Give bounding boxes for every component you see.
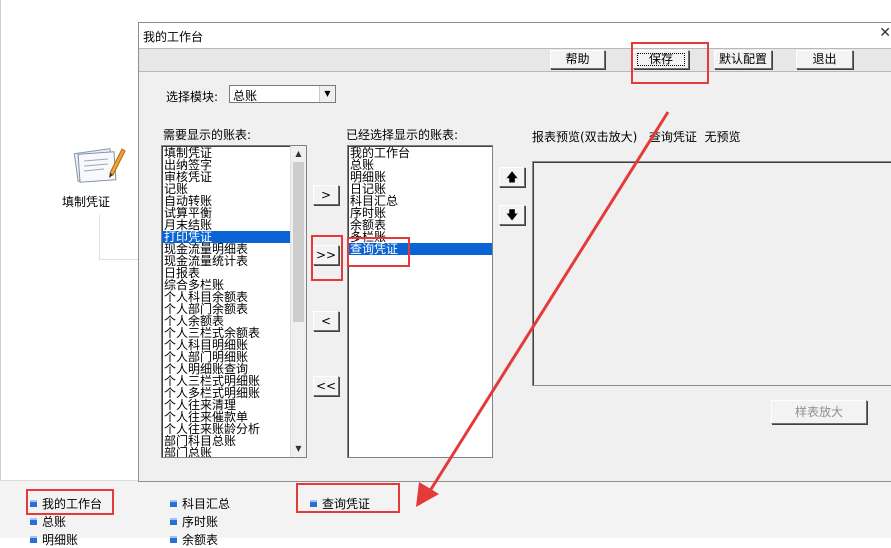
selected-list-label: 已经选择显示的账表:: [346, 128, 459, 142]
highlight-workbench: [26, 489, 114, 515]
highlight-save: [631, 42, 709, 84]
panel-divider: [99, 215, 100, 260]
zoom-sample-button[interactable]: 样表放大: [771, 400, 867, 424]
add-button[interactable]: >: [313, 185, 339, 205]
available-scrollbar[interactable]: ▲ ▼: [290, 146, 306, 457]
close-icon[interactable]: ✕: [879, 25, 891, 41]
item-bullet-icon: [170, 500, 177, 507]
chevron-down-icon[interactable]: ▼: [319, 86, 335, 102]
scroll-down-icon[interactable]: ▼: [291, 442, 306, 456]
available-list[interactable]: 填制凭证 出纳签字 审核凭证 记账 自动转账 试算平衡 月末结账 打印凭证 现金流量明细表 现金流…: [161, 145, 307, 458]
selected-list[interactable]: 我的工作台 总账 明细账 日记账 科目汇总 序时账 余额表 多栏账 查询凭证: [347, 145, 493, 458]
module-select[interactable]: 总账 ▼: [229, 85, 336, 103]
panel-divider-bottom: [99, 259, 139, 260]
voucher-entry-label[interactable]: 填制凭证: [62, 193, 142, 210]
scroll-up-icon[interactable]: ▲: [291, 147, 306, 161]
dialog-toolbar: 帮助 保存 默认配置 退出: [139, 48, 891, 72]
bottom-item-detail[interactable]: 明细账: [30, 531, 78, 548]
module-label: 选择模块:: [166, 90, 219, 104]
remove-button[interactable]: <: [313, 311, 339, 331]
available-list-label: 需要显示的账表:: [163, 128, 252, 142]
bottom-item-balance[interactable]: 余额表: [170, 531, 218, 548]
move-down-button[interactable]: 🡇: [499, 205, 525, 225]
window-edge: [0, 0, 1, 480]
arrow-up-icon: 🡅: [505, 170, 519, 184]
dialog-title: 我的工作台: [143, 30, 204, 44]
highlight-add-all: [311, 235, 343, 281]
help-button[interactable]: 帮助: [550, 50, 605, 69]
highlight-query-voucher: [347, 237, 410, 267]
item-bullet-icon: [30, 518, 37, 525]
item-bullet-icon: [170, 536, 177, 543]
preview-label: 报表预览(双击放大) 查询凭证 无预览: [532, 130, 741, 144]
move-up-button[interactable]: 🡅: [499, 167, 525, 187]
default-config-button[interactable]: 默认配置: [714, 50, 772, 69]
bottom-item-journal[interactable]: 序时账: [170, 513, 218, 530]
bottom-item-ledger[interactable]: 总账: [30, 513, 66, 530]
remove-all-button[interactable]: <<: [313, 376, 339, 396]
item-bullet-icon: [30, 536, 37, 543]
voucher-entry-icon[interactable]: [70, 143, 126, 187]
module-select-value: 总账: [233, 89, 258, 103]
workbench-dialog: 我的工作台 ✕ 帮助 保存 默认配置 退出 选择模块: 总账 ▼ 需要显示的账表…: [138, 22, 891, 482]
arrow-down-icon: 🡇: [505, 208, 519, 222]
scroll-thumb[interactable]: [293, 162, 304, 322]
preview-area[interactable]: [532, 161, 891, 386]
workbench-strip: 我的工作台 总账 明细账 科目汇总 序时账 余额表 查询凭证: [0, 480, 891, 547]
list-item[interactable]: 部门总账: [162, 447, 306, 457]
highlight-bottom-query-voucher: [296, 483, 400, 513]
item-bullet-icon: [170, 518, 177, 525]
bottom-item-summary[interactable]: 科目汇总: [170, 495, 230, 512]
exit-button[interactable]: 退出: [796, 50, 853, 69]
dialog-titlebar[interactable]: 我的工作台 ✕: [139, 23, 891, 48]
